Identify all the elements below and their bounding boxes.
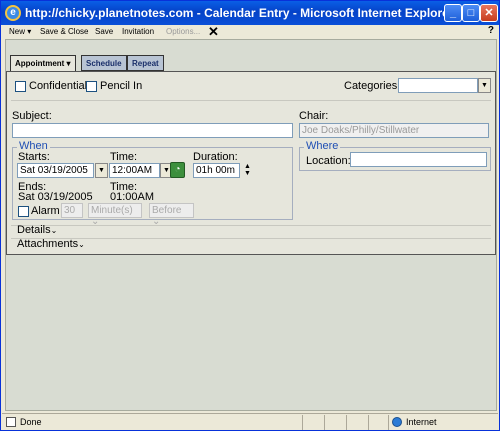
confidential-checkbox[interactable] bbox=[15, 81, 26, 92]
starts-date-input[interactable]: Sat 03/19/2005 bbox=[17, 163, 94, 178]
end-time-value: 01:00AM bbox=[110, 191, 155, 203]
action-bar: New ▾ Save & Close Save Invitation Optio… bbox=[2, 24, 498, 40]
maximize-button[interactable]: □ bbox=[462, 4, 480, 22]
tab-appointment[interactable]: Appointment ▾ bbox=[10, 55, 76, 72]
help-icon[interactable]: ? bbox=[488, 25, 494, 36]
save-close-button[interactable]: Save & Close bbox=[40, 27, 88, 36]
details-section-toggle[interactable]: Details⌄ bbox=[17, 224, 57, 236]
alarm-label: Alarm bbox=[31, 205, 60, 217]
close-entry-icon[interactable]: ✕ bbox=[208, 24, 219, 40]
divider bbox=[11, 225, 491, 226]
starts-date-dropdown-icon[interactable]: ▼ bbox=[95, 163, 108, 178]
chevron-down-icon: ⌄ bbox=[78, 240, 85, 249]
where-legend: Where bbox=[304, 140, 341, 152]
browser-window: e http://chicky.planetnotes.com - Calend… bbox=[0, 0, 500, 431]
alarm-when-select: Before ⌄ bbox=[149, 203, 194, 227]
security-zone-label: Internet bbox=[406, 417, 437, 427]
start-time-label: Time: bbox=[110, 151, 138, 163]
duration-input[interactable]: 01h 00m bbox=[193, 163, 240, 178]
subject-input[interactable] bbox=[12, 123, 293, 138]
start-time-input[interactable]: 12:00AM bbox=[109, 163, 160, 178]
chevron-down-icon: ⌄ bbox=[50, 226, 58, 235]
internet-globe-icon bbox=[392, 417, 402, 427]
alarm-unit-select: Minute(s) ⌄ bbox=[88, 203, 142, 227]
alarm-amount-input: 30 bbox=[61, 203, 83, 218]
pencil-in-checkbox[interactable] bbox=[86, 81, 97, 92]
divider bbox=[11, 100, 491, 101]
categories-dropdown-icon[interactable]: ▼ bbox=[478, 78, 491, 93]
chair-label: Chair: bbox=[299, 110, 329, 122]
confidential-label: Confidential bbox=[29, 80, 88, 92]
categories-select[interactable] bbox=[398, 78, 478, 93]
tab-schedule[interactable]: Schedule bbox=[81, 55, 127, 71]
location-input[interactable] bbox=[350, 152, 487, 167]
appointment-panel: Confidential Pencil In Categories: ▼ Sub… bbox=[6, 71, 496, 255]
alarm-checkbox[interactable] bbox=[18, 206, 29, 217]
location-label: Location: bbox=[306, 155, 351, 167]
attachments-section-toggle[interactable]: Attachments⌄ bbox=[17, 238, 85, 250]
new-menu[interactable]: New ▾ bbox=[9, 27, 31, 36]
chair-field: Joe Doaks/Philly/Stillwater bbox=[299, 123, 489, 138]
timezone-clock-icon[interactable]: ◔ bbox=[170, 162, 185, 178]
window-title: http://chicky.planetnotes.com - Calendar… bbox=[25, 6, 454, 20]
title-bar: e http://chicky.planetnotes.com - Calend… bbox=[1, 1, 499, 25]
status-text: Done bbox=[20, 417, 42, 427]
duration-stepper-icon[interactable]: ▲ ▼ bbox=[243, 163, 252, 178]
save-button[interactable]: Save bbox=[95, 27, 113, 36]
status-bar: Done Internet bbox=[2, 413, 498, 430]
tab-repeat[interactable]: Repeat bbox=[127, 55, 164, 71]
subject-label: Subject: bbox=[12, 110, 52, 122]
invitation-button[interactable]: Invitation bbox=[122, 27, 154, 36]
options-button: Options... bbox=[166, 27, 201, 36]
ends-date-value: Sat 03/19/2005 bbox=[18, 191, 93, 203]
categories-label: Categories: bbox=[344, 80, 401, 92]
minimize-button[interactable]: _ bbox=[444, 4, 462, 22]
internet-explorer-icon: e bbox=[5, 5, 21, 21]
close-window-button[interactable]: ✕ bbox=[480, 4, 498, 22]
duration-label: Duration: bbox=[193, 151, 238, 163]
page-done-icon bbox=[6, 417, 16, 427]
pencil-in-label: Pencil In bbox=[100, 80, 143, 92]
starts-label: Starts: bbox=[18, 151, 50, 163]
